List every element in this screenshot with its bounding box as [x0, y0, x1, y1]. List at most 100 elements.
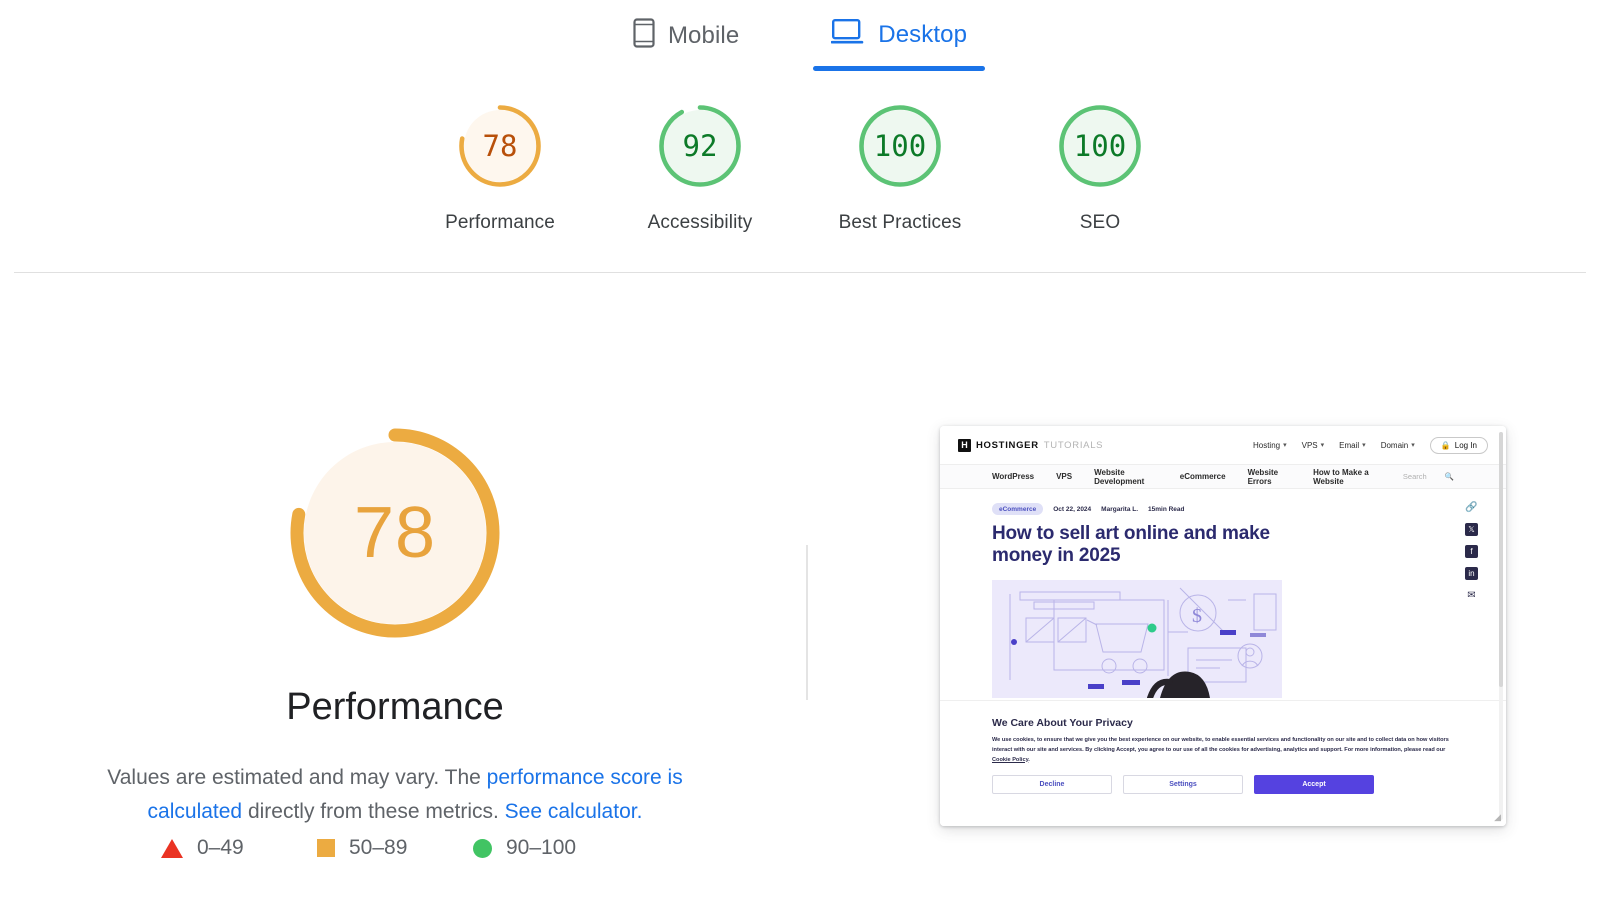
site-logo: H HOSTINGER TUTORIALS [958, 438, 1104, 452]
cookie-consent-banner: We Care About Your Privacy We use cookie… [940, 700, 1506, 826]
tab-mobile-label: Mobile [667, 21, 740, 49]
topnav-item-vps[interactable]: VPS ▾ [1302, 441, 1325, 450]
chevron-down-icon: ▾ [1283, 442, 1287, 449]
gauge-ring-seo: 100 [1054, 100, 1146, 192]
circle-icon [473, 838, 492, 858]
login-button-label: Log In [1454, 440, 1477, 450]
gauge-ring-best-practices: 100 [854, 100, 946, 192]
topnav-item-hosting[interactable]: Hosting ▾ [1253, 441, 1287, 450]
brand-subtitle: TUTORIALS [1043, 439, 1104, 451]
score-legend: 0–49 50–89 90–100 [0, 836, 790, 860]
triangle-icon [161, 838, 183, 858]
subnav-item-wordpress[interactable]: WordPress [992, 472, 1034, 481]
hostinger-mark-icon: H [958, 438, 971, 452]
decline-button[interactable]: Decline [992, 775, 1112, 795]
gauge-value-best-practices: 100 [873, 128, 927, 163]
score-gauge-accessibility[interactable]: 92 Accessibility [600, 100, 800, 234]
score-gauge-seo[interactable]: 100 SEO [1000, 100, 1200, 234]
tab-active-underline [813, 66, 986, 71]
performance-detail-panel: 78 Performance Values are estimated and … [0, 420, 790, 828]
social-share-column: 🔗 𝕏 f in ✉ [1465, 501, 1478, 602]
gauge-ring-performance: 78 [454, 100, 546, 192]
site-search[interactable]: Search 🔍 [1403, 472, 1454, 481]
legend-label-poor: 0–49 [197, 836, 244, 859]
screenshot-scrollbar-thumb[interactable] [1499, 432, 1503, 687]
subnav-item-how-to-make-a-website[interactable]: How to Make a Website [1313, 468, 1381, 486]
gauge-label-accessibility: Accessibility [647, 212, 753, 233]
svg-text:$: $ [1192, 605, 1202, 627]
topnav-label-domain: Domain [1380, 440, 1409, 450]
accept-button[interactable]: Accept [1254, 775, 1374, 795]
subnav-item-website-errors[interactable]: Website Errors [1248, 468, 1292, 486]
legend-item-average: 50–89 [317, 836, 473, 860]
link-icon[interactable]: 🔗 [1465, 501, 1478, 514]
email-icon[interactable]: ✉ [1465, 589, 1478, 602]
resize-handle-icon[interactable]: ◢ [1494, 813, 1501, 822]
legend-item-poor: 0–49 [161, 836, 317, 860]
tab-desktop-label: Desktop [878, 20, 968, 48]
legend-label-average: 50–89 [349, 836, 408, 859]
gauge-value-accessibility: 92 [682, 128, 718, 163]
see-calculator-link[interactable]: See calculator. [505, 800, 643, 823]
linkedin-icon[interactable]: in [1465, 567, 1478, 580]
chevron-down-icon: ▾ [1411, 442, 1415, 449]
article-hero-illustration: $ [992, 579, 1282, 698]
screenshot-content: H HOSTINGER TUTORIALS Hosting ▾ VPS ▾ Emai… [940, 426, 1506, 826]
gauge-ring-accessibility: 92 [654, 100, 746, 192]
pagespeed-results-page: Mobile Desktop 78 Performance 92 Accessi… [0, 0, 1600, 909]
chevron-down-icon: ▾ [1362, 442, 1366, 449]
square-icon [317, 839, 335, 857]
facebook-icon[interactable]: f [1465, 545, 1478, 558]
site-header: H HOSTINGER TUTORIALS Hosting ▾ VPS ▾ Emai… [940, 426, 1506, 464]
article-author: Margarita L. [1101, 505, 1139, 513]
cookie-body-text: We use cookies, to ensure that we give y… [992, 737, 1449, 753]
gauge-value-performance: 78 [482, 128, 518, 163]
performance-large-gauge: 78 [282, 420, 508, 646]
tab-desktop[interactable]: Desktop [813, 0, 986, 71]
performance-description: Values are estimated and may vary. The p… [65, 761, 725, 828]
score-gauge-best-practices[interactable]: 100 Best Practices [800, 100, 1000, 234]
score-gauge-performance[interactable]: 78 Performance [400, 100, 600, 234]
login-button[interactable]: 🔒 Log In [1429, 436, 1488, 454]
article-category-chip[interactable]: eCommerce [992, 503, 1044, 515]
article-headline: How to sell art online and make money in… [992, 523, 1270, 567]
site-top-nav: Hosting ▾ VPS ▾ Email ▾ Domain ▾ 🔒 Log In [1253, 436, 1488, 454]
cookie-policy-link[interactable]: Cookie Policy [992, 757, 1028, 763]
topnav-label-email: Email [1339, 440, 1360, 450]
final-screenshot-preview[interactable]: H HOSTINGER TUTORIALS Hosting ▾ VPS ▾ Emai… [940, 426, 1506, 826]
gauge-label-seo: SEO [1079, 212, 1121, 233]
topnav-label-hosting: Hosting [1252, 440, 1281, 450]
gauge-label-best-practices: Best Practices [838, 212, 962, 233]
desktop-icon [830, 18, 865, 51]
legend-item-good: 90–100 [473, 836, 629, 860]
performance-large-value: 78 [353, 493, 437, 573]
search-placeholder: Search [1402, 472, 1427, 481]
article-meta: eCommerce Oct 22, 2024 Margarita L. 15mi… [992, 503, 1466, 515]
subnav-item-ecommerce[interactable]: eCommerce [1180, 472, 1226, 481]
search-icon[interactable]: 🔍 [1445, 472, 1454, 481]
gauge-label-performance: Performance [445, 212, 555, 233]
article-date: Oct 22, 2024 [1053, 505, 1092, 513]
page-title: Performance [286, 686, 504, 728]
mobile-icon [633, 18, 655, 53]
desc-text-2: directly from these metrics. [242, 799, 505, 823]
vertical-divider [806, 545, 808, 700]
subnav-item-website-development[interactable]: Website Development [1094, 468, 1158, 486]
desc-text-1: Values are estimated and may vary. The [107, 766, 487, 789]
chevron-down-icon: ▾ [1320, 442, 1325, 449]
topnav-label-vps: VPS [1301, 440, 1318, 450]
subnav-item-vps[interactable]: VPS [1056, 472, 1072, 481]
brand-name: HOSTINGER [976, 439, 1039, 451]
score-gauges: 78 Performance 92 Accessibility 100 Best… [0, 100, 1600, 234]
topnav-item-email[interactable]: Email ▾ [1339, 441, 1366, 450]
article-read-time: 15min Read [1148, 505, 1185, 513]
topnav-item-domain[interactable]: Domain ▾ [1381, 441, 1415, 450]
section-divider [14, 272, 1586, 273]
x-twitter-icon[interactable]: 𝕏 [1465, 523, 1478, 536]
article-block: eCommerce Oct 22, 2024 Margarita L. 15mi… [940, 489, 1506, 698]
settings-button[interactable]: Settings [1123, 775, 1243, 795]
gauge-value-seo: 100 [1073, 128, 1127, 163]
cookie-banner-title: We Care About Your Privacy [992, 717, 1133, 729]
tab-mobile[interactable]: Mobile [615, 0, 757, 73]
cookie-banner-body: We use cookies, to ensure that we give y… [992, 736, 1454, 765]
